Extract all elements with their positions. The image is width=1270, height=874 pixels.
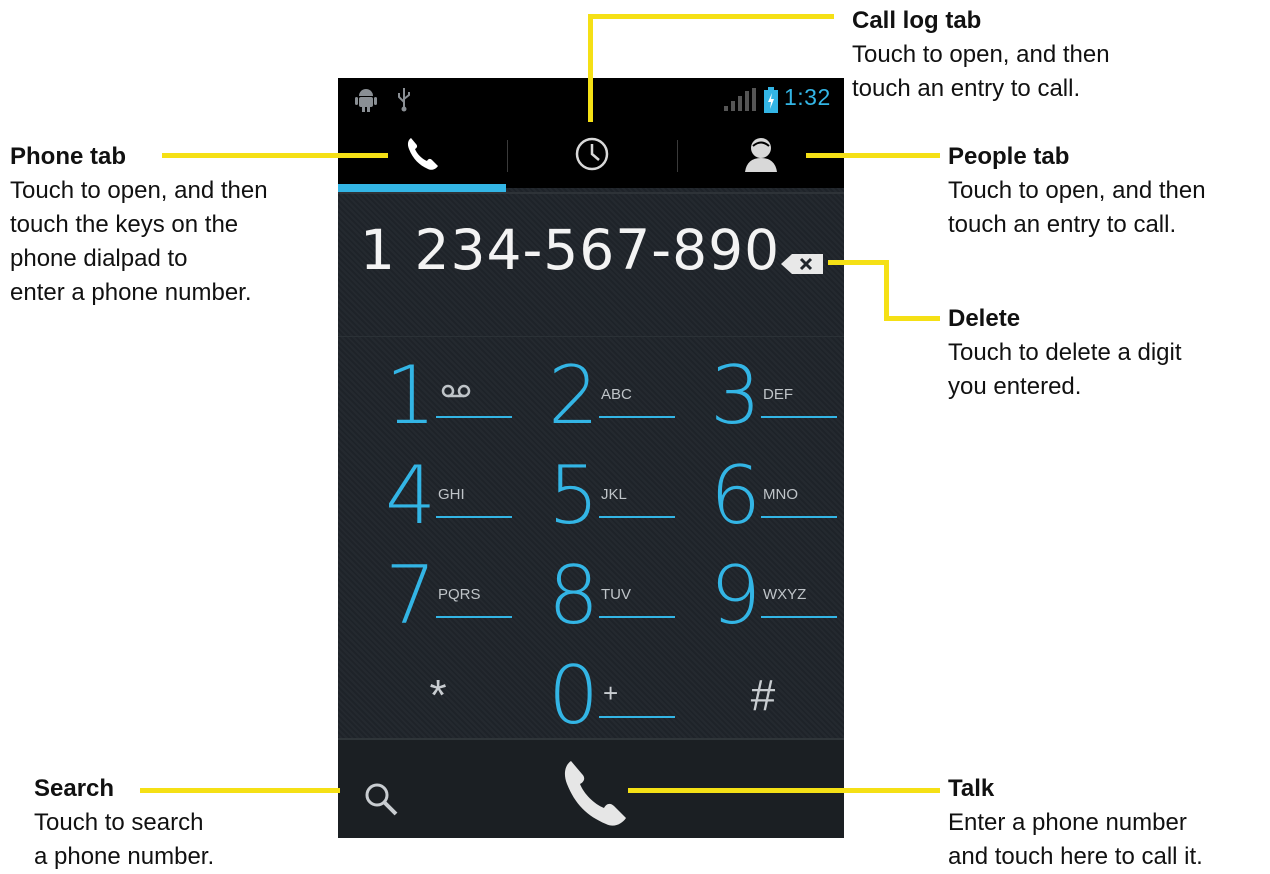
- tab-underline: [338, 192, 844, 194]
- key-underline: [599, 416, 675, 418]
- display-divider: [338, 336, 844, 337]
- backspace-icon[interactable]: [780, 253, 824, 275]
- callout-line-call-log: [588, 14, 593, 122]
- key-4[interactable]: 4 GHI: [358, 450, 518, 548]
- callout-line-people: [806, 153, 940, 158]
- callout-line-delete: [884, 260, 889, 320]
- key-underline: [761, 416, 837, 418]
- key-letters: JKL: [601, 486, 627, 503]
- battery-icon: [764, 87, 778, 113]
- key-star[interactable]: *: [358, 650, 518, 748]
- annotation-title: Talk: [948, 775, 995, 802]
- key-letters: +: [603, 678, 619, 708]
- key-digit: 2: [548, 349, 599, 442]
- annotation-desc: Touch to search a phone number.: [34, 809, 215, 870]
- key-digit: 4: [385, 449, 436, 542]
- key-digit: 0: [548, 649, 599, 742]
- key-7[interactable]: 7 PQRS: [358, 550, 518, 648]
- key-digit: 5: [548, 449, 599, 542]
- key-letters: MNO: [763, 486, 798, 503]
- key-underline: [761, 516, 837, 518]
- key-letters: DEF: [763, 386, 793, 403]
- annotation-phone: Phone tab Touch to open, and then touch …: [10, 140, 268, 310]
- key-hash[interactable]: #: [683, 650, 843, 748]
- key-5[interactable]: 5 JKL: [521, 450, 681, 548]
- voicemail-icon: [441, 384, 471, 398]
- key-letters: TUV: [601, 586, 631, 603]
- key-underline: [761, 616, 837, 618]
- clock-time: 1:32: [784, 84, 831, 110]
- phone-screen: 1:32 1 234-567-890 1 2 ABC 3 DEF 4 GHI 5…: [338, 78, 844, 838]
- signal-icon: [724, 88, 756, 111]
- dialed-number: 1 234-567-890: [360, 218, 781, 282]
- annotation-search: Search Touch to search a phone number.: [34, 772, 214, 874]
- key-1[interactable]: 1: [358, 350, 518, 448]
- annotation-title: Search: [34, 775, 115, 802]
- annotation-delete: Delete Touch to delete a digit you enter…: [948, 302, 1182, 404]
- key-symbol: #: [750, 671, 776, 720]
- callout-line-delete: [828, 260, 888, 265]
- annotation-talk: Talk Enter a phone number and touch here…: [948, 772, 1203, 874]
- tab-call-log[interactable]: [508, 120, 676, 188]
- clock-icon: [575, 137, 609, 171]
- key-underline: [436, 516, 512, 518]
- annotation-title: Delete: [948, 305, 1021, 332]
- key-digit: 1: [385, 349, 436, 442]
- key-digit: 8: [548, 549, 599, 642]
- callout-line-talk: [628, 788, 940, 793]
- usb-icon: [398, 88, 410, 112]
- annotation-title: People tab: [948, 143, 1070, 170]
- key-underline: [599, 616, 675, 618]
- annotation-desc: Enter a phone number and touch here to c…: [948, 809, 1203, 870]
- key-digit: 3: [710, 349, 761, 442]
- key-digit: 9: [710, 549, 761, 642]
- key-3[interactable]: 3 DEF: [683, 350, 843, 448]
- annotation-desc: Touch to open, and then touch an entry t…: [948, 177, 1206, 238]
- key-0[interactable]: 0 +: [521, 650, 681, 748]
- search-icon[interactable]: [362, 780, 402, 820]
- talk-button[interactable]: [554, 754, 634, 834]
- key-letters: ABC: [601, 386, 632, 403]
- key-letters: WXYZ: [763, 586, 807, 603]
- key-8[interactable]: 8 TUV: [521, 550, 681, 648]
- annotation-title: Phone tab: [10, 143, 127, 170]
- phone-icon: [407, 138, 438, 170]
- key-9[interactable]: 9 WXYZ: [683, 550, 843, 648]
- annotation-desc: Touch to open, and then touch an entry t…: [852, 41, 1110, 102]
- tab-bar: [338, 120, 844, 188]
- key-underline: [436, 616, 512, 618]
- person-icon: [745, 138, 777, 172]
- annotation-people: People tab Touch to open, and then touch…: [948, 140, 1206, 242]
- key-2[interactable]: 2 ABC: [521, 350, 681, 448]
- key-underline: [436, 416, 512, 418]
- key-digit: 6: [710, 449, 761, 542]
- callout-line-call-log: [588, 14, 834, 19]
- callout-line-delete: [884, 316, 940, 321]
- key-symbol: *: [429, 671, 447, 720]
- annotation-title: Call log tab: [852, 7, 982, 34]
- key-letters: GHI: [438, 486, 465, 503]
- key-digit: 7: [385, 549, 436, 642]
- annotation-desc: Touch to open, and then touch the keys o…: [10, 177, 268, 306]
- key-letters: PQRS: [438, 586, 481, 603]
- annotation-call-log: Call log tab Touch to open, and then tou…: [852, 4, 1110, 106]
- key-underline: [599, 716, 675, 718]
- key-6[interactable]: 6 MNO: [683, 450, 843, 548]
- annotation-desc: Touch to delete a digit you entered.: [948, 339, 1182, 400]
- key-underline: [599, 516, 675, 518]
- android-debug-icon: [355, 89, 377, 112]
- active-tab-indicator: [338, 184, 506, 192]
